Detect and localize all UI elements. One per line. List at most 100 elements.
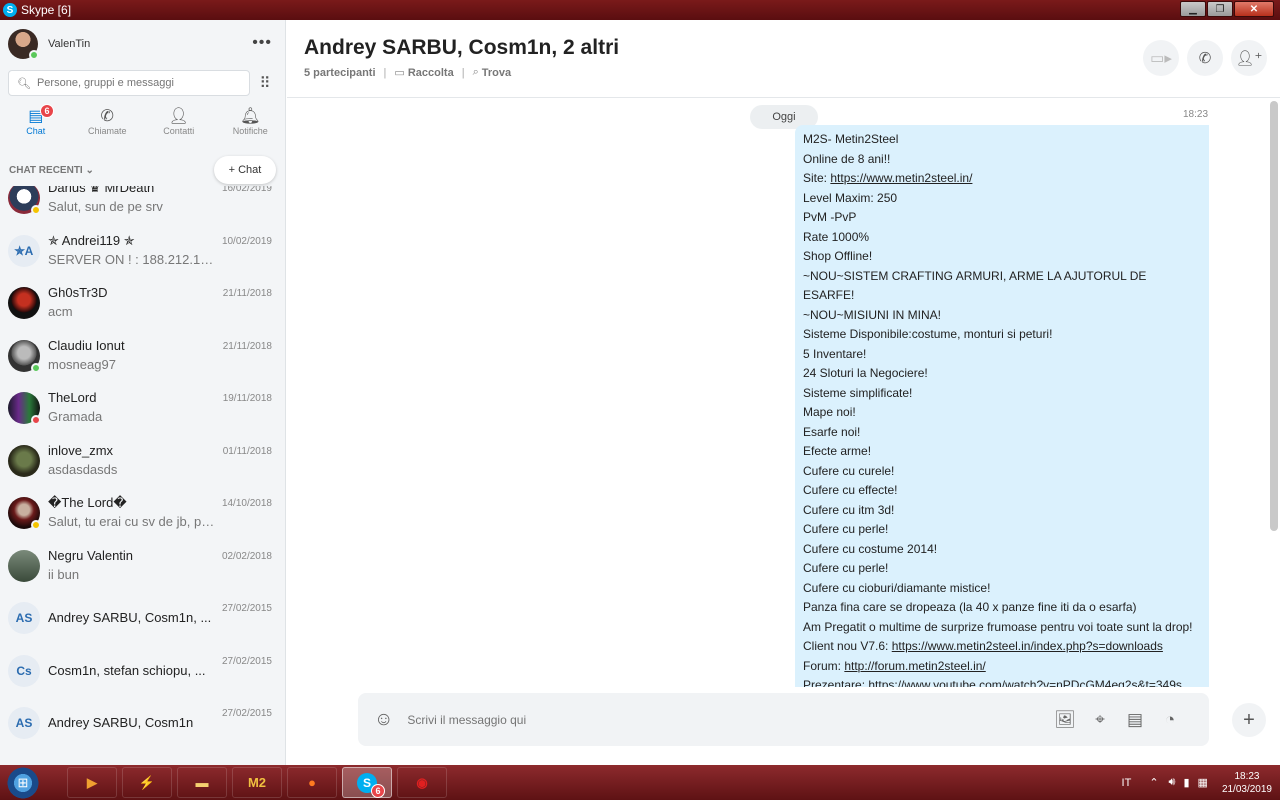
chat-item[interactable]: Cs Cosm1n, stefan schiopu, ... 27/02/201… [0, 647, 285, 700]
chat-item[interactable]: TheLord Gramada 19/11/2018 [0, 384, 285, 437]
chat-item[interactable]: inlove_zmx asdasdasds 01/11/2018 [0, 437, 285, 490]
taskbar-media-player[interactable]: ▶ [67, 767, 117, 798]
recent-chats-label[interactable]: CHAT RECENTI ⌄ [9, 165, 94, 176]
image-icon[interactable]: 🖼︎ [1053, 709, 1077, 731]
search-icon: ⌕ [472, 66, 482, 78]
taskbar-recorder[interactable]: ◉ [397, 767, 447, 798]
presence-away-icon [31, 520, 41, 530]
message-link[interactable]: https://www.youtube.com/watch?v=nPDcGM4e… [868, 678, 1182, 687]
chat-item[interactable]: Claudiu Ionut mosneag97 21/11/2018 [0, 332, 285, 385]
search-input[interactable] [36, 77, 237, 89]
phone-icon: ✆ [1198, 50, 1212, 67]
message-link[interactable]: https://www.metin2steel.in/ [830, 171, 972, 185]
clock[interactable]: 18:23 21/03/2019 [1222, 770, 1272, 796]
message-line: Am Pregatit o multime de surprize frumoa… [803, 619, 1193, 634]
window-controls: ▁ ❐ ✕ [1180, 1, 1274, 17]
tab-label: Chiamate [87, 126, 127, 136]
plus-icon: + [1243, 708, 1255, 731]
tab-label: Notifiche [232, 126, 268, 136]
profile[interactable]: ValenTin ••• [8, 28, 278, 60]
message-line: Efecte arme! [803, 444, 872, 458]
taskbar-skype[interactable]: S 6 [342, 767, 392, 798]
message-line: Sisteme Disponibile:costume, monturi si … [803, 327, 1053, 341]
recent-chats-header: CHAT RECENTI ⌄ + Chat [0, 156, 285, 184]
add-person-icon: 👤︎⁺ [1235, 50, 1263, 67]
chat-date: 01/11/2018 [222, 445, 272, 457]
message-line: Mape noi! [803, 405, 856, 419]
chat-preview: ii bun [48, 566, 80, 582]
power-icon[interactable]: ▮ [1183, 776, 1189, 789]
more-actions-button[interactable]: + [1232, 703, 1266, 737]
tab-contacts[interactable]: 👤︎ Contatti [143, 106, 215, 146]
chat-item[interactable]: ✯A ✯ Andrei119 ✯ SERVER ON ! : 188.212.1… [0, 227, 285, 280]
contact-card-icon[interactable]: ▤ [1123, 709, 1147, 731]
more-options-icon[interactable]: ••• [252, 34, 272, 52]
restore-button[interactable]: ❐ [1207, 1, 1233, 17]
clock-date: 21/03/2019 [1221, 783, 1272, 795]
poll-icon[interactable]: ◔ [1158, 709, 1182, 731]
emoji-icon[interactable]: ☺ [374, 709, 393, 731]
add-participant-button[interactable]: 👤︎⁺ [1231, 40, 1267, 76]
chevron-up-icon[interactable]: ⌃ [1149, 776, 1158, 789]
new-chat-button[interactable]: + Chat [214, 156, 276, 184]
chat-date: 10/02/2019 [221, 235, 272, 247]
location-icon[interactable]: ⌖ [1088, 709, 1112, 731]
new-chat-label: Chat [238, 164, 262, 176]
chat-item[interactable]: AS Andrey SARBU, Cosm1n 27/02/2015 [0, 699, 285, 752]
tab-notifications[interactable]: 🔔︎ Notifiche [215, 106, 286, 146]
contacts-icon: 👤︎ [168, 108, 189, 125]
message-link[interactable]: https://www.metin2steel.in/index.php?s=d… [892, 639, 1163, 653]
tab-chat[interactable]: ▤ 6 Chat [0, 104, 72, 146]
language-indicator[interactable]: IT [1122, 777, 1132, 789]
avatar[interactable] [8, 29, 39, 60]
close-button[interactable]: ✕ [1234, 1, 1274, 17]
audio-call-button[interactable]: ✆ [1187, 40, 1223, 76]
minimize-button[interactable]: ▁ [1180, 1, 1206, 17]
avatar: Cs [8, 654, 40, 687]
taskbar-app-2[interactable]: ⚡ [122, 767, 172, 798]
volume-icon[interactable]: 🔊︎ [1169, 776, 1176, 789]
message-line: 5 Inventare! [803, 346, 867, 361]
chat-preview: Salut, tu erai cu sv de jb, pa... [48, 514, 218, 529]
participants-link[interactable]: 5 partecipanti [304, 67, 376, 79]
sidebar: ValenTin ••• 🔍︎ ⠿ ▤ 6 Chat ✆ Chiamate 👤︎… [0, 20, 286, 765]
taskbar-firefox[interactable]: ● [287, 767, 337, 798]
chat-preview: mosneag97 [48, 356, 116, 372]
message-bubble[interactable]: M2S- Metin2Steel Online de 8 ani!! Site: h… [795, 125, 1209, 687]
avatar [8, 339, 41, 373]
chat-item[interactable]: AS Andrey SARBU, Cosm1n, ... 27/02/2015 [0, 594, 285, 647]
find-link[interactable]: Trova [482, 67, 511, 79]
message-link[interactable]: http://forum.metin2steel.in/ [844, 659, 985, 673]
video-call-button[interactable]: ▭▸ [1143, 40, 1179, 76]
chat-name: Darius ♛ MrDeath [48, 186, 155, 195]
skype-badge: 6 [371, 784, 385, 798]
chat-item[interactable]: Gh0sTr3D acm 21/11/2018 [0, 279, 285, 332]
message-line: Rate 1000% [803, 229, 870, 244]
conversation-title[interactable]: Andrey SARBU, Cosm1n, 2 altri [304, 36, 619, 60]
chat-preview: acm [48, 304, 73, 319]
phone-icon: ✆ [100, 108, 114, 125]
gallery-link[interactable]: Raccolta [408, 67, 454, 79]
media-player-icon: ▶ [87, 774, 97, 790]
taskbar-metin2[interactable]: M2 [232, 767, 282, 798]
message-input[interactable] [407, 712, 1028, 727]
chat-name: Claudiu Ionut [48, 337, 125, 353]
message-line: Shop Offline! [803, 249, 873, 263]
chat-name: Cosm1n, stefan schiopu, ... [48, 662, 206, 678]
chat-item[interactable]: �The Lord� Salut, tu erai cu sv de jb, p… [0, 489, 285, 542]
search-box[interactable]: 🔍︎ [8, 70, 250, 96]
scrollbar[interactable] [1270, 101, 1278, 531]
clock-time: 18:23 [1234, 770, 1260, 782]
chat-item[interactable]: Negru Valentin ii bun 02/02/2018 [0, 542, 285, 595]
avatar: AS [8, 707, 40, 739]
message-line: Site: https://www.metin2steel.in/ [803, 171, 973, 185]
network-icon[interactable]: ▦ [1198, 776, 1208, 789]
chat-name: Negru Valentin [48, 547, 134, 563]
taskbar-explorer[interactable]: ▬ [177, 767, 227, 798]
tab-calls[interactable]: ✆ Chiamate [72, 106, 144, 146]
presence-online-icon [31, 362, 41, 373]
dialpad-icon[interactable]: ⠿ [254, 72, 276, 94]
chat-item[interactable]: Darius ♛ MrDeath Salut, sun de pe srv 16… [0, 186, 285, 227]
start-button[interactable]: ⊞ [4, 765, 42, 800]
message-composer: ☺ 🖼︎ ⌖ ▤ ◔ [358, 693, 1209, 746]
